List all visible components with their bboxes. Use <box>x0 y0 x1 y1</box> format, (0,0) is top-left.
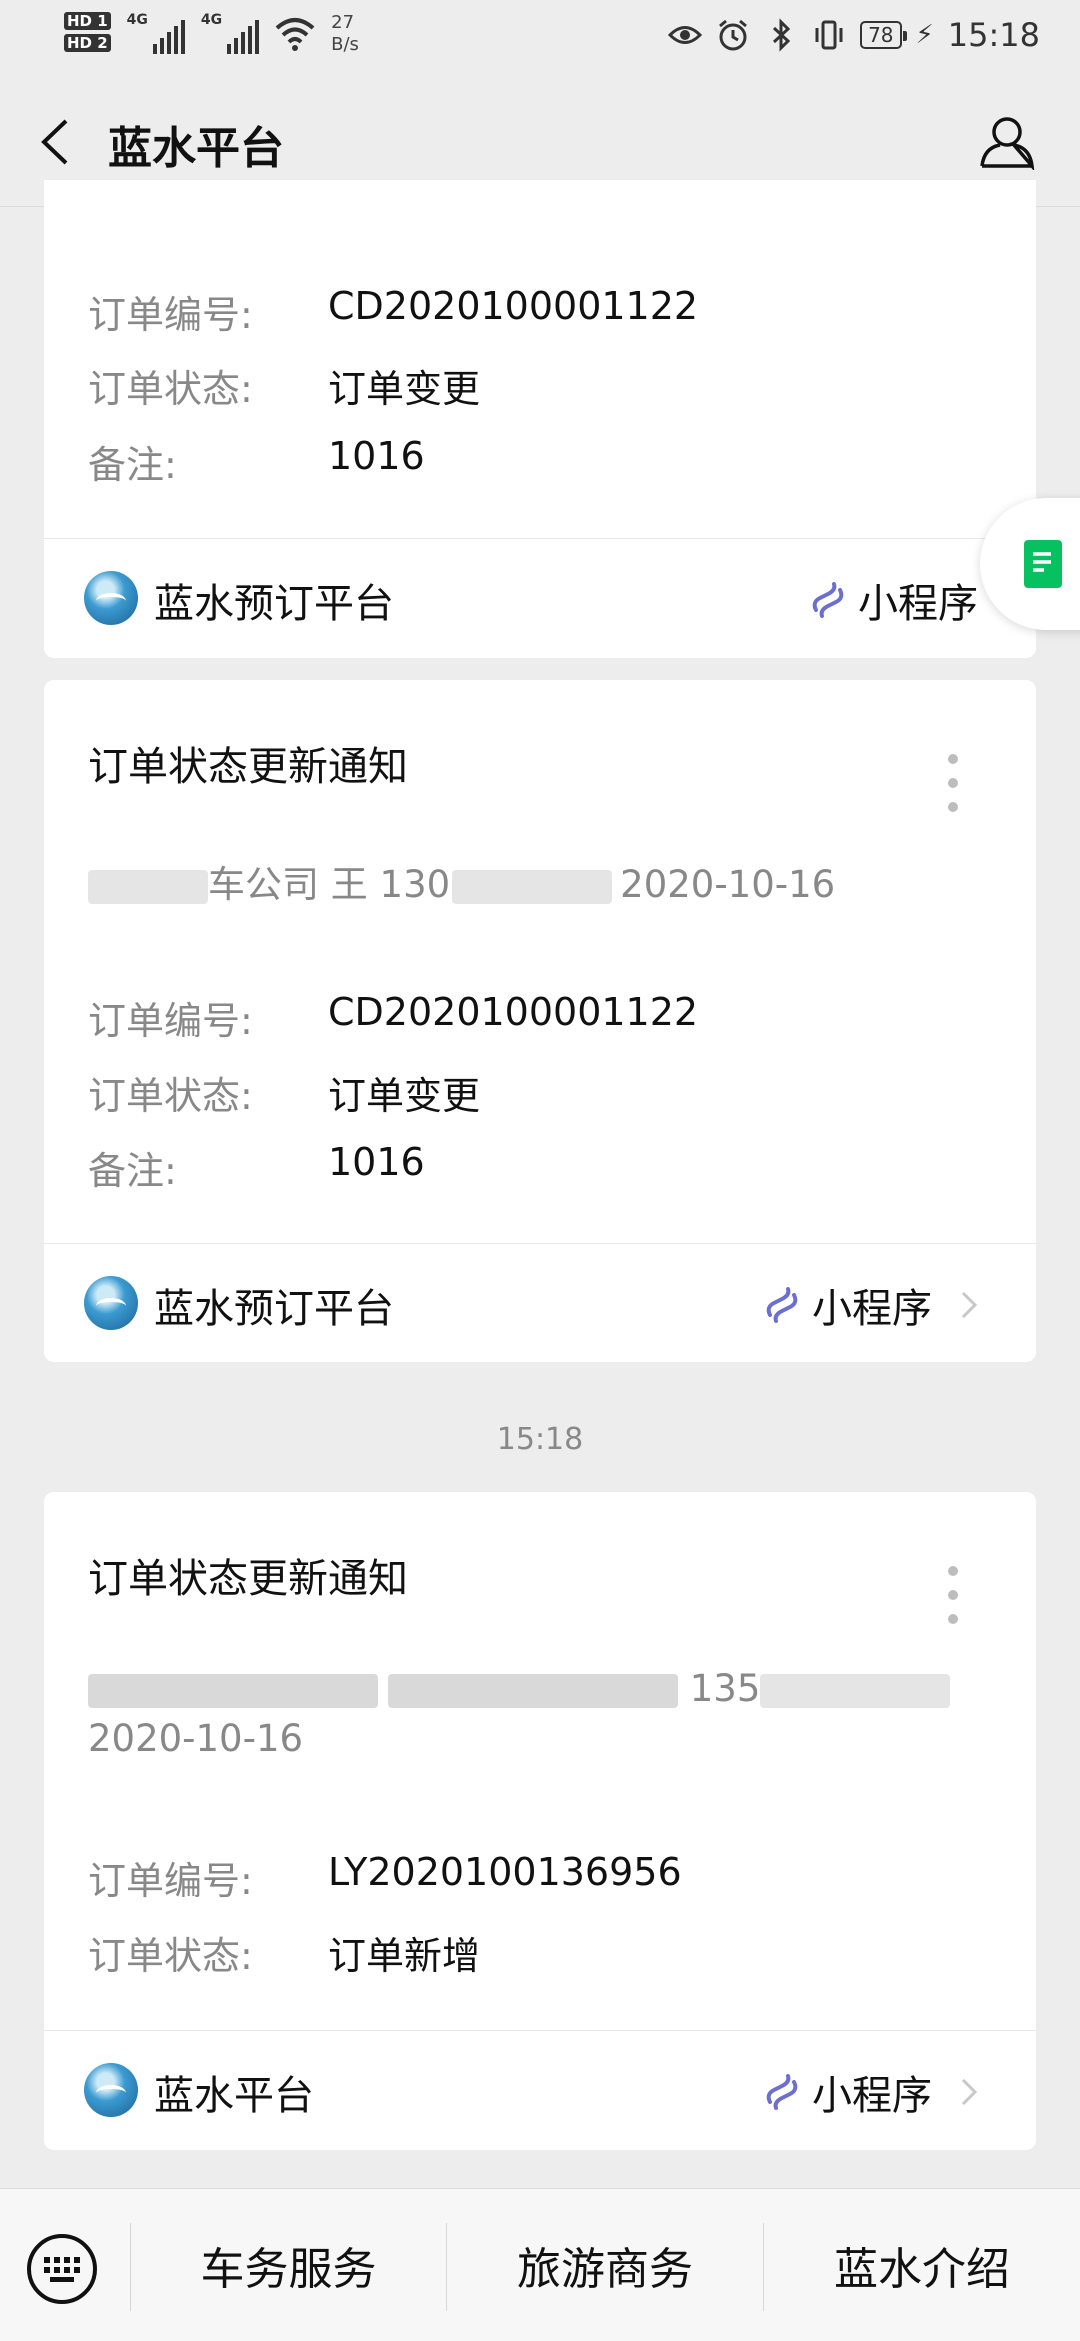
platform-name: 蓝水预订平台 <box>154 581 394 627</box>
order-status-row: 订单状态: 订单变更 <box>88 1065 480 1120</box>
field-value: 订单变更 <box>328 367 481 411</box>
mini-program-icon <box>766 2074 798 2110</box>
mini-program-icon <box>766 1287 798 1323</box>
card-footer[interactable]: 蓝水预订平台 小程序 <box>44 1244 1036 1362</box>
field-label: 订单状态: <box>88 367 253 411</box>
platform-logo-icon <box>84 571 138 625</box>
speed-value: 27 <box>331 12 355 33</box>
more-options-icon[interactable] <box>948 1566 958 1638</box>
mini-program-link[interactable]: 小程序 <box>762 1276 978 1334</box>
field-label: 订单编号: <box>88 1859 253 1903</box>
more-options-icon[interactable] <box>948 754 958 826</box>
mini-program-label: 小程序 <box>812 2073 932 2119</box>
card-footer[interactable]: 蓝水平台 小程序 <box>44 2031 1036 2149</box>
field-label: 备注: <box>88 1149 177 1193</box>
redacted-text <box>88 869 208 904</box>
status-bar: HD 1 HD 2 4G 4G 27 B/s 78 ⚡ 15:18 <box>0 0 1080 72</box>
mini-program-label: 小程序 <box>858 581 978 627</box>
message-card[interactable]: 订单状态更新通知 135 2020-10-16 订单编号: LY20201001… <box>44 1492 1036 2150</box>
signal-2-icon: 4G <box>200 12 260 54</box>
chevron-right-icon <box>961 1291 978 1319</box>
order-number-row: 订单编号: CD2020100001122 <box>88 990 698 1045</box>
summary-date: 2020-10-16 <box>620 863 836 906</box>
message-timestamp: 15:18 <box>496 1422 584 1457</box>
hd-indicators: HD 1 HD 2 <box>64 12 111 52</box>
menu-item-travel-business[interactable]: 旅游商务 <box>447 2189 763 2341</box>
mini-program-icon <box>812 582 844 618</box>
document-icon <box>1024 540 1062 588</box>
battery-level: 78 <box>860 21 908 49</box>
order-number-row: 订单编号: LY2020100136956 <box>88 1850 682 1905</box>
mini-program-link[interactable]: 小程序 <box>762 2063 978 2121</box>
network-2-label: 4G <box>200 12 223 28</box>
redacted-text <box>88 1673 378 1708</box>
remark-row: 备注: 1016 <box>88 1140 425 1195</box>
card-footer[interactable]: 蓝水预订平台 小程序 <box>44 539 1036 657</box>
order-status-row: 订单状态: 订单新增 <box>88 1925 480 1980</box>
eye-icon <box>668 26 703 44</box>
message-card[interactable]: 订单状态更新通知 车公司 王 130 2020-10-16 订单编号: CD202… <box>44 680 1036 1362</box>
field-value: 1016 <box>328 434 425 478</box>
field-label: 订单编号: <box>88 293 253 337</box>
redacted-text <box>388 1673 678 1708</box>
redacted-text <box>452 869 613 904</box>
clock: 15:18 <box>947 16 1040 54</box>
card-title: 订单状态更新通知 <box>88 1556 408 1602</box>
mini-program-label: 小程序 <box>812 1286 932 1332</box>
wifi-icon <box>275 18 315 51</box>
message-card[interactable]: 订单编号: CD2020100001122 订单状态: 订单变更 备注: 101… <box>44 180 1036 658</box>
keyboard-icon[interactable] <box>26 2233 98 2305</box>
field-label: 订单状态: <box>88 1934 253 1978</box>
card-title: 订单状态更新通知 <box>88 744 408 790</box>
page-title: 蓝水平台 <box>108 123 284 174</box>
remark-row: 备注: 1016 <box>88 434 425 489</box>
summary-text: 135 <box>689 1667 761 1710</box>
chevron-right-icon <box>961 2078 978 2106</box>
hd2-badge: HD 2 <box>64 34 111 52</box>
field-label: 订单状态: <box>88 1074 253 1118</box>
bottom-menu-bar: 车务服务 旅游商务 蓝水介绍 <box>0 2188 1080 2341</box>
card-summary: 135 2020-10-16 <box>88 1664 968 1764</box>
status-left: HD 1 HD 2 4G 4G 27 B/s <box>64 12 359 56</box>
network-speed: 27 B/s <box>331 12 359 56</box>
platform-name: 蓝水预订平台 <box>154 1286 394 1332</box>
vibrate-icon <box>815 20 843 50</box>
platform-logo-icon <box>84 1276 138 1330</box>
platform-logo-icon <box>84 2063 138 2117</box>
field-value: 1016 <box>328 1140 425 1184</box>
field-label: 订单编号: <box>88 999 253 1043</box>
card-summary: 车公司 王 130 2020-10-16 <box>88 860 968 910</box>
field-value: CD2020100001122 <box>328 284 699 328</box>
summary-text: 车公司 王 130 <box>208 863 451 906</box>
order-status-row: 订单状态: 订单变更 <box>88 358 480 413</box>
field-value: 订单变更 <box>328 1074 481 1118</box>
alarm-icon <box>719 19 748 51</box>
order-number-row: 订单编号: CD2020100001122 <box>88 284 698 339</box>
summary-date: 2020-10-16 <box>88 1717 304 1760</box>
signal-1-icon: 4G <box>127 12 185 54</box>
speed-unit: B/s <box>331 34 359 55</box>
redacted-text <box>760 1673 951 1708</box>
field-label: 备注: <box>88 443 177 487</box>
menu-item-about[interactable]: 蓝水介绍 <box>764 2189 1080 2341</box>
field-value: 订单新增 <box>328 1934 481 1978</box>
back-arrow-icon[interactable] <box>36 117 76 167</box>
menu-item-car-service[interactable]: 车务服务 <box>131 2189 446 2341</box>
field-value: LY2020100136956 <box>328 1850 682 1894</box>
status-right: 78 ⚡ 15:18 <box>668 16 1040 54</box>
bluetooth-icon <box>773 18 791 52</box>
network-1-label: 4G <box>126 12 148 28</box>
field-value: CD2020100001122 <box>328 990 699 1034</box>
hd1-badge: HD 1 <box>64 12 111 30</box>
profile-icon[interactable] <box>978 112 1036 170</box>
mini-program-link[interactable]: 小程序 <box>808 571 978 629</box>
platform-name: 蓝水平台 <box>154 2073 314 2119</box>
charging-icon: ⚡ <box>915 20 934 50</box>
